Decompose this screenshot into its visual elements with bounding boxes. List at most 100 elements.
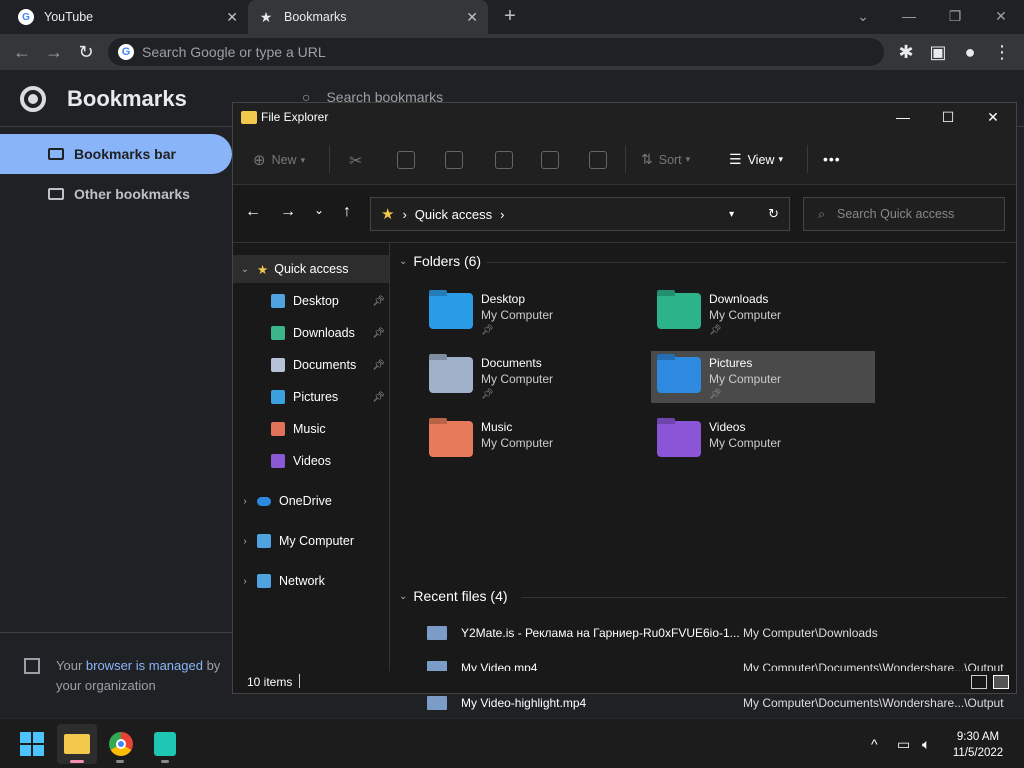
nav-item-desktop[interactable]: Desktop 📌︎ — [233, 287, 389, 315]
taskbar-file-explorer[interactable] — [57, 724, 97, 764]
address-segment[interactable]: Quick access — [415, 207, 492, 222]
paste-icon[interactable] — [445, 151, 463, 169]
close-button[interactable]: ✕ — [970, 107, 1016, 129]
forward-button[interactable]: → — [42, 41, 66, 65]
view-icon: ☰ — [729, 151, 742, 167]
nav-item-documents[interactable]: Documents 📌︎ — [233, 351, 389, 379]
forward-button[interactable]: → — [276, 203, 300, 221]
explorer-search[interactable]: ⌕ Search Quick access — [803, 197, 1005, 231]
nav-label: My Computer — [279, 534, 355, 548]
up-button[interactable]: ↑ — [335, 203, 359, 221]
minimize-button[interactable]: — — [886, 4, 932, 30]
recent-locations-button[interactable]: ⌄ — [307, 203, 331, 217]
side-panel-icon[interactable]: ▣ — [926, 41, 950, 65]
sort-button[interactable]: ⇅ Sort ▾ — [641, 151, 690, 168]
back-button[interactable]: ← — [241, 203, 265, 221]
running-indicator — [116, 760, 124, 763]
more-options-button[interactable]: ••• — [823, 151, 841, 167]
folder-icon — [48, 148, 64, 160]
new-tab-button[interactable]: + — [498, 5, 522, 29]
managed-link[interactable]: browser is managed — [86, 658, 203, 673]
tray-overflow-icon[interactable]: ^ — [871, 736, 878, 752]
nav-label: Downloads — [293, 326, 355, 340]
tab-bookmarks[interactable]: ★ Bookmarks ✕ — [248, 0, 488, 34]
chevron-down-icon[interactable]: ▾ — [729, 209, 734, 220]
cut-icon[interactable]: ✂ — [349, 151, 362, 171]
maximize-button[interactable]: ☐ — [925, 107, 971, 129]
tab-close-icon[interactable]: ✕ — [226, 9, 238, 26]
omnibox[interactable]: G Search Google or type a URL — [108, 38, 884, 66]
file-explorer-icon — [241, 111, 257, 124]
nav-item-music[interactable]: Music — [233, 415, 389, 443]
recent-file-row[interactable]: Y2Mate.is - Реклама на Гарниер-Ru0xFVUE6… — [427, 617, 1012, 649]
tab-search-icon[interactable]: ⌄ — [840, 4, 886, 30]
tab-label: YouTube — [44, 10, 94, 24]
tab-close-icon[interactable]: ✕ — [466, 9, 478, 26]
nav-item-videos[interactable]: Videos — [233, 447, 389, 475]
tab-label: Bookmarks — [284, 10, 347, 24]
omnibox-placeholder: Search Google or type a URL — [142, 44, 326, 60]
new-button[interactable]: ⊕ New ▾ — [253, 151, 305, 169]
taskbar-chrome[interactable] — [101, 724, 141, 764]
chrome-icon — [109, 732, 133, 756]
sidebar-item-bookmarks-bar[interactable]: Bookmarks bar — [0, 134, 232, 174]
chevron-right-icon[interactable]: › — [239, 496, 251, 507]
folder-tile-music[interactable]: Music My Computer — [423, 415, 647, 467]
chevron-down-icon[interactable]: ⌄ — [239, 264, 251, 275]
nav-item-onedrive[interactable]: › OneDrive — [233, 487, 389, 515]
quick-access-star-icon: ★ — [381, 206, 395, 223]
nav-item-network[interactable]: › Network — [233, 567, 389, 595]
restore-button[interactable]: ❐ — [932, 4, 978, 30]
divider — [807, 145, 808, 173]
share-icon[interactable] — [541, 151, 559, 169]
clock-time: 9:30 AM — [956, 731, 1000, 743]
nav-item-pictures[interactable]: Pictures 📌︎ — [233, 383, 389, 411]
folder-tile-downloads[interactable]: Downloads My Computer 📌︎ — [651, 287, 875, 339]
folder-tile-desktop[interactable]: Desktop My Computer 📌︎ — [423, 287, 647, 339]
nav-item-quick-access[interactable]: ⌄ ★ Quick access — [233, 255, 389, 283]
start-button[interactable] — [12, 724, 52, 764]
minimize-button[interactable]: — — [880, 107, 926, 129]
taskbar-filmora[interactable] — [145, 724, 185, 764]
chevron-down-icon: ▾ — [300, 154, 306, 165]
volume-icon[interactable]: 🔈︎ — [922, 736, 930, 753]
tab-youtube[interactable]: G YouTube ✕ — [8, 0, 248, 34]
command-bar: ⊕ New ▾ ✂ ⇅ Sort ▾ ☰ View ▾ ••• — [233, 133, 1016, 185]
refresh-icon[interactable]: ↻ — [768, 206, 779, 222]
chevron-right-icon[interactable]: › — [239, 536, 251, 547]
view-button[interactable]: ☰ View ▾ — [729, 151, 783, 168]
file-location: My Computer\Downloads — [743, 626, 878, 640]
copy-icon[interactable] — [397, 151, 415, 169]
extensions-icon[interactable]: ✱ — [894, 41, 918, 65]
sidebar-item-label: Bookmarks bar — [74, 146, 176, 162]
folders-section-header[interactable]: ⌄ Folders (6) — [399, 253, 481, 269]
divider — [625, 145, 626, 173]
desktop-folder-icon — [429, 293, 473, 329]
nav-item-downloads[interactable]: Downloads 📌︎ — [233, 319, 389, 347]
folder-tile-pictures[interactable]: Pictures My Computer 📌︎ — [651, 351, 875, 403]
explorer-titlebar[interactable]: File Explorer — ☐ ✕ — [233, 103, 1016, 133]
nav-item-my-computer[interactable]: › My Computer — [233, 527, 389, 555]
sidebar-item-other-bookmarks[interactable]: Other bookmarks — [0, 174, 232, 214]
reload-button[interactable]: ↻ — [74, 41, 98, 65]
address-bar[interactable]: ★ › Quick access › ▾ ↻ — [370, 197, 790, 231]
folder-tile-videos[interactable]: Videos My Computer — [651, 415, 875, 467]
managed-notice: Your browser is managed by your organiza… — [56, 656, 226, 696]
recent-section-header[interactable]: ⌄ Recent files (4) — [399, 588, 508, 604]
clock[interactable]: 9:30 AM 11/5/2022 — [940, 729, 1016, 761]
music-folder-icon — [429, 421, 473, 457]
sidebar-item-label: Other bookmarks — [74, 186, 190, 202]
folder-name: Documents — [481, 356, 542, 370]
chevron-right-icon[interactable]: › — [239, 576, 251, 587]
details-view-icon[interactable] — [971, 675, 987, 689]
back-button[interactable]: ← — [10, 41, 34, 65]
close-button[interactable]: ✕ — [978, 4, 1024, 30]
nav-label: Network — [279, 574, 325, 588]
network-icon[interactable]: ▭ — [897, 736, 910, 753]
rename-icon[interactable] — [495, 151, 513, 169]
profile-icon[interactable]: ● — [958, 41, 982, 65]
tiles-view-icon[interactable] — [993, 675, 1009, 689]
delete-icon[interactable] — [589, 151, 607, 169]
folder-tile-documents[interactable]: Documents My Computer 📌︎ — [423, 351, 647, 403]
menu-icon[interactable]: ⋮ — [990, 41, 1014, 65]
